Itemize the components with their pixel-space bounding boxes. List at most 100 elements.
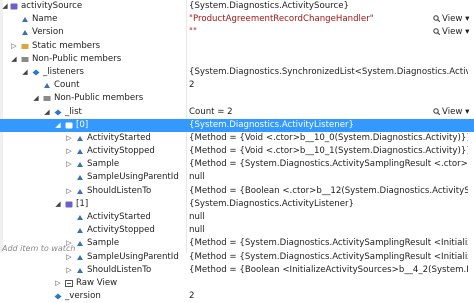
row-value: null — [189, 212, 205, 222]
magnifier-icon — [433, 107, 441, 115]
row-name: ActivityStopped — [87, 225, 155, 236]
row-name: Sample — [87, 238, 120, 249]
watch-row-selected[interactable]: ◢ [0] {System.Diagnostics.ActivityListen… — [0, 118, 474, 132]
row-name: ActivityStarted — [87, 212, 151, 222]
add-item-to-watch[interactable]: Add item to watch — [2, 244, 75, 253]
row-name: ShouldListenTo — [87, 185, 152, 196]
raw-view-icon — [65, 279, 73, 287]
field-icon — [32, 69, 40, 76]
watch-row[interactable]: ◢ _list Count = 2 View ▾ — [0, 106, 474, 119]
watch-row[interactable]: ▷ ShouldListenTo {Method = {Boolean <.ct… — [0, 185, 474, 198]
collapse-arrow-icon[interactable]: ◢ — [54, 198, 62, 211]
watch-row[interactable]: ▷ ShouldListenTo {Method = {Boolean <Ini… — [0, 264, 474, 277]
row-name: Non-Public members — [32, 53, 122, 64]
watch-row[interactable]: Count 2 — [0, 79, 474, 92]
expand-arrow-icon[interactable]: ▷ — [54, 277, 62, 290]
view-button[interactable]: View ▾ — [433, 26, 469, 39]
row-value: 2 — [189, 291, 195, 302]
row-value: 2 — [189, 80, 195, 91]
property-icon — [76, 148, 84, 155]
collapse-arrow-icon[interactable]: ◢ — [43, 106, 51, 119]
view-button[interactable]: View ▾ — [433, 13, 469, 26]
row-name: Version — [32, 27, 64, 38]
row-value: {Method = {Void <.ctor>b__10_0(System.Di… — [189, 132, 468, 143]
row-value: "" — [189, 27, 197, 38]
row-name: Count — [54, 80, 80, 91]
watch-row[interactable]: ▷ Raw View — [0, 277, 474, 290]
row-value: {Method = {System.Diagnostics.ActivitySa… — [189, 238, 468, 249]
property-icon — [76, 267, 84, 274]
row-value: Count = 2 — [189, 106, 233, 117]
expand-arrow-icon[interactable]: ▷ — [65, 185, 73, 198]
collapse-arrow-icon[interactable]: ◢ — [54, 119, 62, 132]
watch-row[interactable]: Name "ProductAgreementRecordChangeHandle… — [0, 13, 474, 26]
row-name: Static members — [32, 40, 101, 51]
property-icon — [43, 82, 51, 89]
row-name: SampleUsingParentId — [87, 172, 179, 183]
row-name: Non-Public members — [54, 93, 144, 104]
row-value: null — [189, 225, 205, 236]
magnifier-icon — [433, 14, 441, 23]
row-value: "ProductAgreementRecordChangeHandler" — [189, 14, 374, 25]
row-value: {System.Diagnostics.SynchronizedList<Sys… — [189, 66, 468, 77]
collapse-arrow-icon[interactable]: ◢ — [1, 0, 9, 13]
watch-row[interactable]: ◢ [1] {System.Diagnostics.ActivityListen… — [0, 198, 474, 211]
row-value: {System.Diagnostics.ActivitySource} — [189, 1, 349, 11]
watch-row[interactable]: ActivityStopped null — [0, 224, 474, 237]
row-name: ActivityStarted — [87, 132, 151, 143]
collapse-arrow-icon[interactable]: ◢ — [32, 92, 40, 105]
watch-row[interactable]: ▷ Static members — [0, 40, 474, 53]
row-value: {Method = {System.Diagnostics.ActivitySa… — [189, 159, 468, 170]
collapse-arrow-icon[interactable]: ◢ — [10, 53, 18, 66]
view-label: View — [442, 106, 463, 117]
property-icon — [21, 29, 29, 36]
field-icon — [54, 109, 62, 116]
row-name: _version — [65, 291, 101, 302]
row-value: {System.Diagnostics.ActivityListener} — [189, 119, 355, 130]
watch-row[interactable]: ▷ Sample {Method = {System.Diagnostics.A… — [0, 158, 474, 171]
view-button[interactable]: View ▾ — [433, 106, 469, 119]
watch-row[interactable]: SampleUsingParentId null — [0, 171, 474, 184]
row-name: Raw View — [76, 277, 118, 288]
property-icon — [76, 161, 84, 168]
watch-tree: ◢ activitySource {System.Diagnostics.Act… — [0, 0, 474, 303]
row-name: [0] — [76, 119, 89, 130]
row-value: null — [189, 172, 205, 183]
expand-arrow-icon[interactable]: ▷ — [65, 158, 73, 171]
property-icon — [76, 188, 84, 195]
expand-arrow-icon[interactable]: ▷ — [65, 264, 73, 277]
magnifier-icon — [433, 27, 441, 36]
property-icon — [76, 240, 84, 247]
row-name: _list — [65, 106, 82, 117]
view-label: View — [442, 27, 463, 38]
property-icon — [76, 214, 84, 221]
property-icon — [76, 135, 84, 142]
watch-row[interactable]: ◢ Non-Public members — [0, 92, 474, 105]
row-value: {System.Diagnostics.ActivityListener} — [189, 198, 355, 209]
property-icon — [76, 227, 84, 234]
row-name: activitySource — [21, 1, 83, 11]
expand-arrow-icon[interactable]: ▷ — [65, 132, 73, 145]
nonpublic-members-icon — [43, 95, 51, 102]
watch-row[interactable]: ActivityStarted null — [0, 211, 474, 224]
row-name: _listeners — [43, 66, 84, 77]
watch-row[interactable]: _version 2 — [0, 290, 474, 303]
object-icon — [10, 3, 18, 10]
view-label: View — [442, 14, 463, 25]
static-members-icon — [21, 43, 29, 50]
watch-row[interactable]: ◢ _listeners {System.Diagnostics.Synchro… — [0, 66, 474, 79]
object-icon — [65, 201, 73, 208]
watch-row[interactable]: Version "" View ▾ — [0, 26, 474, 39]
property-icon — [76, 254, 84, 261]
object-icon — [65, 122, 73, 129]
watch-row[interactable]: ◢ activitySource {System.Diagnostics.Act… — [0, 0, 474, 13]
row-name: ShouldListenTo — [87, 264, 152, 275]
watch-row[interactable]: ▷ ActivityStopped {Method = {Void <.ctor… — [0, 145, 474, 158]
watch-row[interactable]: ◢ Non-Public members — [0, 53, 474, 66]
collapse-arrow-icon[interactable]: ◢ — [21, 66, 29, 79]
expand-arrow-icon[interactable]: ▷ — [10, 40, 18, 53]
expand-arrow-icon[interactable]: ▷ — [65, 145, 73, 158]
row-value: {Method = {Boolean <InitializeActivitySo… — [189, 264, 468, 275]
row-value: {Method = {Void <.ctor>b__10_1(System.Di… — [189, 146, 468, 157]
watch-row[interactable]: ▷ ActivityStarted {Method = {Void <.ctor… — [0, 132, 474, 145]
